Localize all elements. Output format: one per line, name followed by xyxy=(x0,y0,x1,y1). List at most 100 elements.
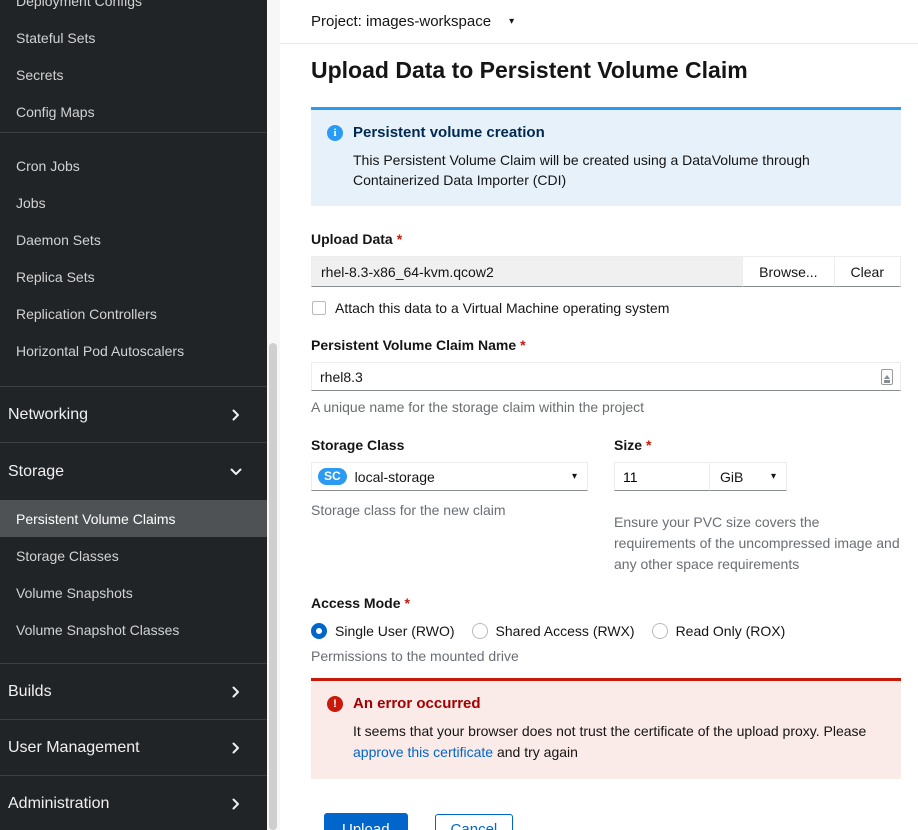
storage-class-label: Storage Class xyxy=(311,437,588,453)
project-bar: Project: images-workspace ▾ xyxy=(280,0,918,44)
required-asterisk: * xyxy=(520,337,525,353)
sidebar-item-label: Stateful Sets xyxy=(16,30,95,46)
size-helper: Ensure your PVC size covers the requirem… xyxy=(614,512,901,575)
error-alert: ! An error occurred It seems that your b… xyxy=(311,678,901,779)
main-content: Project: images-workspace ▾ Upload Data … xyxy=(280,0,918,830)
storage-class-select[interactable]: SC local-storage ▾ xyxy=(311,462,588,491)
access-mode-radio-rox[interactable]: Read Only (ROX) xyxy=(652,623,786,639)
browse-button[interactable]: Browse... xyxy=(743,256,834,287)
chevron-right-icon xyxy=(230,686,242,698)
sidebar-group-label: Administration xyxy=(8,795,230,813)
storage-class-section: Storage Class SC local-storage ▾ Storage… xyxy=(311,437,588,575)
sidebar-item-label: Persistent Volume Claims xyxy=(16,511,176,527)
sidebar-group-builds[interactable]: Builds xyxy=(0,664,267,719)
project-selector-label: Project: images-workspace xyxy=(311,13,491,30)
pvc-name-helper: A unique name for the storage claim with… xyxy=(311,399,901,415)
info-alert-description: This Persistent Volume Claim will be cre… xyxy=(353,150,885,190)
sidebar-group-label: User Management xyxy=(8,739,230,757)
pvc-name-input[interactable] xyxy=(311,362,901,391)
size-section: Size* GiB ▾ Ensure your PVC size covers … xyxy=(614,437,901,575)
access-mode-helper: Permissions to the mounted drive xyxy=(311,648,901,664)
autofill-icon xyxy=(881,369,893,385)
clear-button[interactable]: Clear xyxy=(835,256,901,287)
project-selector[interactable]: Project: images-workspace ▾ xyxy=(311,13,514,30)
caret-down-icon: ▾ xyxy=(572,471,577,482)
storage-class-badge: SC xyxy=(318,468,347,485)
pvc-name-label: Persistent Volume Claim Name* xyxy=(311,337,901,353)
scrollbar-thumb[interactable] xyxy=(269,343,277,830)
error-alert-title: An error occurred xyxy=(353,695,885,712)
chevron-right-icon xyxy=(230,409,242,421)
sidebar-item-label: Replica Sets xyxy=(16,269,95,285)
size-unit-value: GiB xyxy=(720,469,743,485)
access-mode-radio-rwo[interactable]: Single User (RWO) xyxy=(311,623,455,639)
info-alert: i Persistent volume creation This Persis… xyxy=(311,107,901,206)
sidebar-item-daemon-sets[interactable]: Daemon Sets xyxy=(0,221,267,258)
chevron-right-icon xyxy=(230,798,242,810)
chevron-down-icon: ▾ xyxy=(509,16,514,27)
sidebar-item-replication-controllers[interactable]: Replication Controllers xyxy=(0,295,267,332)
sidebar-item-config-maps[interactable]: Config Maps xyxy=(0,93,267,130)
sidebar-item-deployment-configs[interactable]: Deployment Configs xyxy=(0,0,267,19)
form-actions: Upload Cancel xyxy=(324,813,901,830)
info-icon: i xyxy=(327,125,343,141)
upload-data-label: Upload Data* xyxy=(311,231,901,247)
page-title: Upload Data to Persistent Volume Claim xyxy=(311,57,901,84)
sidebar-group-networking[interactable]: Networking xyxy=(0,387,267,442)
access-mode-label: Access Mode* xyxy=(311,595,901,611)
upload-button[interactable]: Upload xyxy=(324,813,408,830)
caret-down-icon: ▾ xyxy=(771,471,776,482)
sidebar-item-secrets[interactable]: Secrets xyxy=(0,56,267,93)
sidebar-item-cron-jobs[interactable]: Cron Jobs xyxy=(0,147,267,184)
sidebar-item-label: Jobs xyxy=(16,195,46,211)
approve-certificate-link[interactable]: approve this certificate xyxy=(353,744,493,760)
size-unit-select[interactable]: GiB ▾ xyxy=(709,462,787,491)
sidebar-item-persistent-volume-claims[interactable]: Persistent Volume Claims xyxy=(0,500,267,537)
sidebar-group-label: Storage xyxy=(8,463,230,481)
sidebar-group-label: Networking xyxy=(8,406,230,424)
sidebar-item-horizontal-pod-autoscalers[interactable]: Horizontal Pod Autoscalers xyxy=(0,332,267,369)
sidebar-item-label: Cron Jobs xyxy=(16,158,80,174)
sidebar-item-label: Deployment Configs xyxy=(16,0,142,9)
sidebar-item-label: Daemon Sets xyxy=(16,232,101,248)
size-label: Size* xyxy=(614,437,901,453)
file-name-field[interactable]: rhel-8.3-x86_64-kvm.qcow2 xyxy=(311,256,743,287)
sidebar-item-replica-sets[interactable]: Replica Sets xyxy=(0,258,267,295)
sidebar-item-label: Volume Snapshot Classes xyxy=(16,622,179,638)
sidebar-item-label: Volume Snapshots xyxy=(16,585,133,601)
storage-class-helper: Storage class for the new claim xyxy=(311,502,588,518)
sidebar-item-label: Replication Controllers xyxy=(16,306,157,322)
sidebar-group-storage[interactable]: Storage xyxy=(0,443,267,500)
access-mode-section: Access Mode* Single User (RWO) Shared Ac… xyxy=(311,595,901,664)
radio-selected-icon xyxy=(311,623,327,639)
attach-os-checkbox[interactable] xyxy=(312,301,326,315)
size-input[interactable] xyxy=(614,462,710,491)
sidebar-divider xyxy=(0,132,267,133)
sidebar-item-volume-snapshot-classes[interactable]: Volume Snapshot Classes xyxy=(0,611,267,648)
attach-os-checkbox-row[interactable]: Attach this data to a Virtual Machine op… xyxy=(311,300,901,316)
required-asterisk: * xyxy=(397,231,402,247)
access-mode-radio-rwx[interactable]: Shared Access (RWX) xyxy=(472,623,635,639)
chevron-down-icon xyxy=(230,466,242,478)
sidebar-item-storage-classes[interactable]: Storage Classes xyxy=(0,537,267,574)
sidebar: Deployment Configs Stateful Sets Secrets… xyxy=(0,0,267,830)
radio-unselected-icon xyxy=(652,623,668,639)
info-alert-title: Persistent volume creation xyxy=(353,124,885,141)
chevron-right-icon xyxy=(230,742,242,754)
sidebar-item-jobs[interactable]: Jobs xyxy=(0,184,267,221)
sidebar-scrollbar[interactable] xyxy=(267,0,280,830)
cancel-button[interactable]: Cancel xyxy=(435,814,514,830)
required-asterisk: * xyxy=(404,595,409,611)
sidebar-item-label: Secrets xyxy=(16,67,63,83)
sidebar-item-label: Horizontal Pod Autoscalers xyxy=(16,343,184,359)
sidebar-group-user-management[interactable]: User Management xyxy=(0,720,267,775)
sidebar-item-volume-snapshots[interactable]: Volume Snapshots xyxy=(0,574,267,611)
storage-class-value: local-storage xyxy=(355,469,435,485)
app-root: Deployment Configs Stateful Sets Secrets… xyxy=(0,0,918,830)
required-asterisk: * xyxy=(646,437,651,453)
sidebar-group-administration[interactable]: Administration xyxy=(0,776,267,830)
sidebar-item-stateful-sets[interactable]: Stateful Sets xyxy=(0,19,267,56)
sidebar-group-label: Builds xyxy=(8,683,230,701)
attach-os-checkbox-label: Attach this data to a Virtual Machine op… xyxy=(335,300,669,316)
radio-unselected-icon xyxy=(472,623,488,639)
